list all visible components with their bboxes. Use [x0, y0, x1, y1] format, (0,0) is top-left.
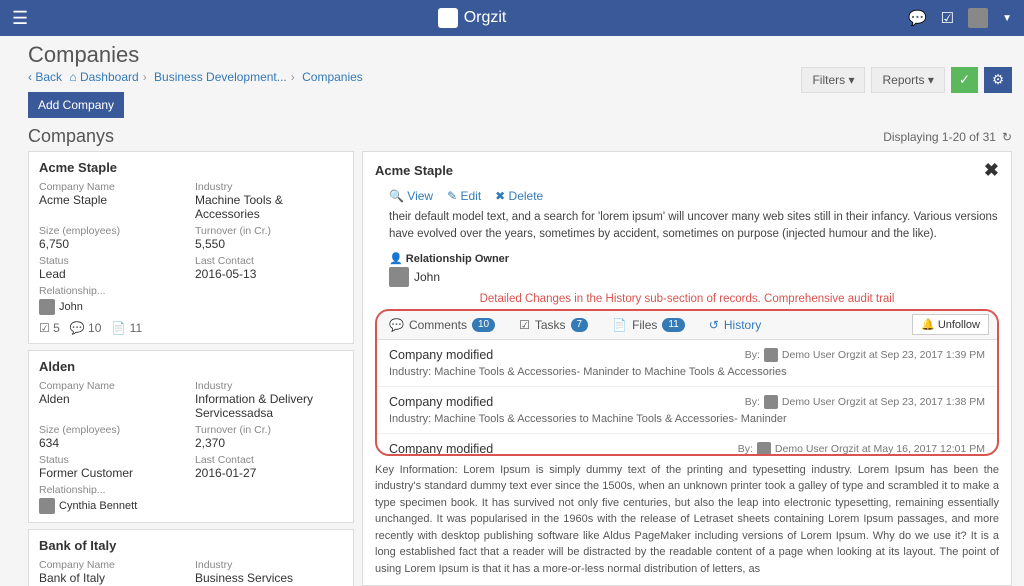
reports-button[interactable]: Reports ▾ [871, 67, 944, 93]
brand-logo: Orgzit [438, 8, 507, 28]
add-company-button[interactable]: Add Company [28, 92, 124, 118]
user-avatar[interactable] [968, 8, 988, 28]
card-title: Alden [39, 359, 343, 374]
delete-action[interactable]: ✖ Delete [495, 189, 543, 203]
relationship-owner: Cynthia Bennett [39, 498, 343, 514]
view-action[interactable]: 🔍 View [389, 189, 433, 203]
card-title: Bank of Italy [39, 538, 343, 553]
detail-body: their default model text, and a search f… [389, 209, 999, 244]
card-title: Acme Staple [39, 160, 343, 175]
chat-stat: 💬 10 [70, 321, 102, 335]
company-card[interactable]: Alden Company NameAldenIndustryInformati… [28, 350, 354, 523]
owner-label: 👤 Relationship Owner [389, 252, 999, 265]
close-icon[interactable]: ✖ [984, 160, 999, 181]
user-menu-caret[interactable]: ▼ [1002, 13, 1012, 24]
display-count-top: Displaying 1-20 of 31↻ [883, 130, 1012, 144]
relationship-owner: John [39, 299, 343, 315]
tab-tasks[interactable]: ☑ Tasks 7 [507, 311, 600, 339]
chat-icon[interactable]: 💬 [908, 9, 927, 27]
save-view-button[interactable]: ✓ [951, 67, 978, 93]
history-row: Company modifiedBy: Demo User Orgzit at … [377, 340, 997, 387]
breadcrumb: ‹ Back ⌂ Dashboard› Business Development… [28, 70, 363, 84]
settings-button[interactable]: ⚙ [984, 67, 1012, 93]
edit-action[interactable]: ✎ Edit [447, 189, 481, 203]
tab-history[interactable]: ↺ History [697, 311, 773, 339]
tasks-icon[interactable]: ☑ [941, 9, 954, 27]
crumb-companies[interactable]: Companies [302, 70, 363, 84]
filters-button[interactable]: Filters ▾ [801, 67, 865, 93]
brand-name: Orgzit [464, 9, 507, 27]
list-heading: Companys [28, 126, 114, 147]
history-callout: Detailed Changes in the History sub-sect… [375, 293, 999, 305]
crumb-dashboard[interactable]: Dashboard [80, 70, 139, 84]
crumb-bizdev[interactable]: Business Development... [154, 70, 287, 84]
tab-files[interactable]: 📄 Files 11 [600, 311, 697, 339]
key-information: Key Information: Lorem Ipsum is simply d… [375, 462, 999, 578]
menu-icon[interactable]: ☰ [12, 8, 28, 29]
history-row: Company modifiedBy: Demo User Orgzit at … [377, 387, 997, 434]
home-icon[interactable]: ⌂ [69, 70, 76, 84]
page-title: Companies [28, 42, 363, 68]
company-card[interactable]: Bank of Italy Company NameBank of ItalyI… [28, 529, 354, 586]
logo-icon [438, 8, 458, 28]
tab-comments[interactable]: 💬 Comments 10 [377, 311, 507, 339]
unfollow-button[interactable]: 🔔 Unfollow [912, 314, 989, 335]
back-link[interactable]: ‹ Back [28, 70, 62, 84]
owner-value: John [389, 267, 999, 287]
company-card[interactable]: Acme Staple Company NameAcme StapleIndus… [28, 151, 354, 344]
refresh-icon[interactable]: ↻ [1002, 130, 1012, 144]
check-stat: ☑ 5 [39, 321, 60, 335]
history-box: 💬 Comments 10 ☑ Tasks 7 📄 Files 11 ↺ His… [375, 309, 999, 456]
detail-title: Acme Staple [375, 163, 453, 178]
file-stat: 📄 11 [111, 321, 142, 335]
history-row: Company modifiedBy: Demo User Orgzit at … [377, 434, 997, 456]
